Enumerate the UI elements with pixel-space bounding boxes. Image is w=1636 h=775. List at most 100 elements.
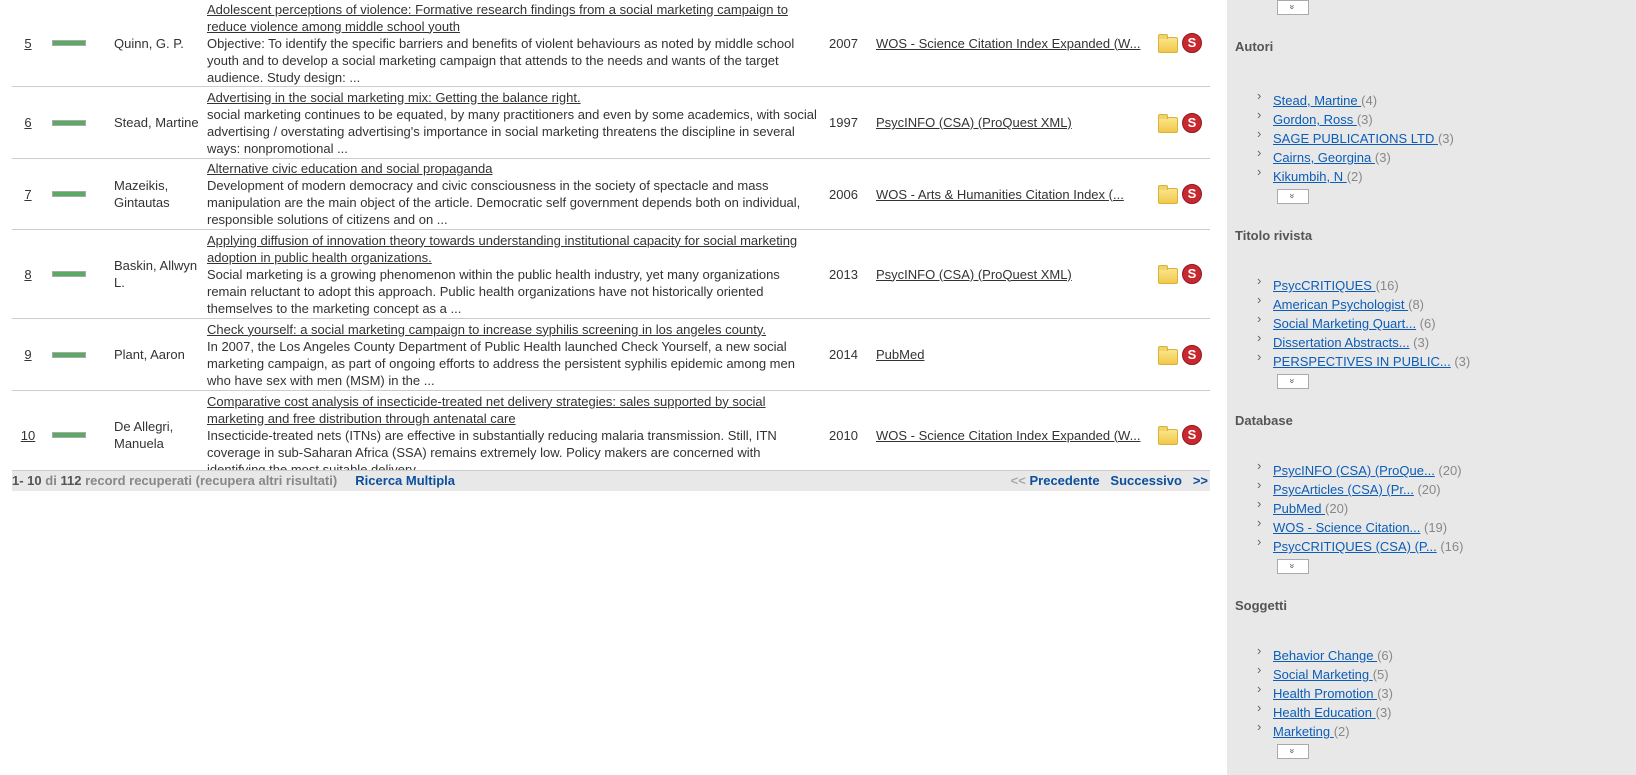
facet-link[interactable]: Health Promotion bbox=[1273, 686, 1377, 701]
facet-item: WOS - Science Citation... (19) bbox=[1257, 513, 1636, 537]
next-arrows-link[interactable]: >> bbox=[1193, 473, 1208, 488]
title-link[interactable]: Applying diffusion of innovation theory … bbox=[207, 233, 797, 265]
facet-count: (3) bbox=[1374, 150, 1391, 165]
facet-count: (16) bbox=[1436, 539, 1464, 554]
title-link[interactable]: Comparative cost analysis of insecticide… bbox=[207, 394, 766, 426]
relevance-bar bbox=[52, 271, 86, 277]
retrieve-more-link[interactable]: recupera altri risultati bbox=[200, 473, 333, 488]
facet-item: Gordon, Ross (3) bbox=[1257, 105, 1636, 129]
title-link[interactable]: Adolescent perceptions of violence: Form… bbox=[207, 2, 788, 34]
year: 2007 bbox=[829, 35, 858, 51]
facet-count: (3) bbox=[1356, 112, 1373, 127]
abstract: Development of modern democracy and civi… bbox=[207, 178, 801, 227]
facet-link[interactable]: SAGE PUBLICATIONS LTD bbox=[1273, 131, 1438, 146]
result-number-link[interactable]: 7 bbox=[12, 187, 44, 202]
facet-autori: AutoriStead, Martine (4)Gordon, Ross (3)… bbox=[1227, 15, 1636, 204]
filters-sidebar: » AutoriStead, Martine (4)Gordon, Ross (… bbox=[1227, 0, 1636, 775]
relevance-bar bbox=[52, 351, 86, 358]
facet-soggetti: SoggettiBehavior Change (6)Social Market… bbox=[1227, 574, 1636, 759]
facet-item: Kikumbih, N (2) bbox=[1257, 162, 1636, 186]
result-number-link[interactable]: 8 bbox=[12, 267, 44, 282]
sfx-link-icon[interactable]: S bbox=[1182, 344, 1202, 365]
facet-link[interactable]: Cairns, Georgina bbox=[1273, 150, 1375, 165]
facet-link[interactable]: WOS - Science Citation... bbox=[1273, 520, 1420, 535]
title-link[interactable]: Alternative civic education and social p… bbox=[207, 161, 492, 176]
database-link[interactable]: WOS - Science Citation Index Expanded (W… bbox=[876, 36, 1158, 51]
relevance-bar bbox=[52, 191, 86, 197]
sfx-link-icon[interactable]: S bbox=[1182, 112, 1202, 133]
year: 2014 bbox=[829, 347, 858, 362]
database-link[interactable]: PsycINFO (CSA) (ProQuest XML) bbox=[876, 267, 1158, 282]
facet-link[interactable]: Gordon, Ross bbox=[1273, 112, 1357, 127]
sfx-link-icon[interactable]: S bbox=[1182, 264, 1202, 284]
facet-link[interactable]: PubMed bbox=[1273, 501, 1325, 516]
result-number-link[interactable]: 6 bbox=[12, 115, 44, 130]
database-link[interactable]: PubMed bbox=[876, 347, 1158, 362]
facet-item: PERSPECTIVES IN PUBLIC... (3) bbox=[1257, 347, 1636, 371]
facet-link[interactable]: Social Marketing bbox=[1273, 667, 1373, 682]
relevance-bar bbox=[52, 432, 86, 438]
database-link[interactable]: WOS - Science Citation Index Expanded (W… bbox=[876, 428, 1158, 443]
facet-link[interactable]: PERSPECTIVES IN PUBLIC... bbox=[1273, 354, 1451, 369]
facet-item: Social Marketing (5) bbox=[1257, 660, 1636, 684]
title-link[interactable]: Advertising in the social marketing mix:… bbox=[207, 90, 581, 105]
facet-link[interactable]: PsycINFO (CSA) (ProQue... bbox=[1273, 463, 1435, 478]
expand-more-button[interactable]: » bbox=[1277, 374, 1309, 389]
double-chevron-down-icon: » bbox=[1287, 4, 1298, 10]
facet-link[interactable]: Stead, Martine bbox=[1273, 93, 1361, 108]
result-row: 10 De Allegri, Manuela Comparative cost … bbox=[12, 391, 1210, 480]
result-number-link[interactable]: 10 bbox=[12, 428, 44, 443]
sfx-link-icon[interactable]: S bbox=[1182, 425, 1202, 445]
facet-link[interactable]: Kikumbih, N bbox=[1273, 169, 1347, 184]
folder-icon[interactable] bbox=[1158, 426, 1178, 445]
results-footer: 1- 10 di 112 record recuperati (recupera… bbox=[12, 470, 1210, 491]
facet-link[interactable]: PsycCRITIQUES bbox=[1273, 278, 1376, 293]
facet-count: (3) bbox=[1409, 335, 1430, 350]
facet-link[interactable]: Dissertation Abstracts... bbox=[1273, 335, 1410, 350]
sfx-link-icon[interactable]: S bbox=[1182, 33, 1202, 53]
result-row: 6 Stead, Martine Advertising in the soci… bbox=[12, 87, 1210, 159]
folder-icon[interactable] bbox=[1158, 265, 1178, 284]
result-number-link[interactable]: 9 bbox=[12, 347, 44, 362]
facet-item: SAGE PUBLICATIONS LTD (3) bbox=[1257, 124, 1636, 148]
next-link[interactable]: Successivo bbox=[1110, 473, 1182, 488]
expand-more-button[interactable]: » bbox=[1277, 0, 1309, 15]
folder-icon[interactable] bbox=[1158, 185, 1178, 204]
expand-more-button[interactable]: » bbox=[1277, 189, 1309, 204]
folder-icon[interactable] bbox=[1158, 113, 1178, 133]
facet-count: (19) bbox=[1420, 520, 1448, 535]
facet-link[interactable]: Marketing bbox=[1273, 724, 1334, 739]
title-link[interactable]: Check yourself: a social marketing campa… bbox=[207, 322, 766, 337]
facet-count: (3) bbox=[1437, 131, 1454, 146]
folder-icon[interactable] bbox=[1158, 34, 1178, 53]
facet-title: Titolo rivista bbox=[1235, 228, 1313, 243]
folder-icon[interactable] bbox=[1158, 345, 1178, 365]
sfx-link-icon[interactable]: S bbox=[1182, 184, 1202, 204]
facet-count: (2) bbox=[1333, 724, 1350, 739]
prev-link[interactable]: Precedente bbox=[1029, 473, 1099, 488]
facet-link[interactable]: Behavior Change bbox=[1273, 648, 1377, 663]
abstract: Social marketing is a growing phenomenon… bbox=[207, 266, 780, 316]
facet-item: PubMed (20) bbox=[1257, 494, 1636, 518]
expand-more-button[interactable]: » bbox=[1277, 559, 1309, 574]
facet-link[interactable]: Social Marketing Quart... bbox=[1273, 316, 1416, 331]
result-number-link[interactable]: 5 bbox=[12, 36, 44, 51]
facet-item: PsycINFO (CSA) (ProQue... (20) bbox=[1257, 456, 1636, 480]
facet-link[interactable]: PsycCRITIQUES (CSA) (P... bbox=[1273, 539, 1437, 554]
database-link[interactable]: PsycINFO (CSA) (ProQuest XML) bbox=[876, 115, 1158, 130]
facet-count: (20) bbox=[1413, 482, 1441, 497]
multi-search-link[interactable]: Ricerca Multipla bbox=[355, 473, 455, 488]
prev-arrows: << bbox=[1010, 473, 1026, 488]
facet-link[interactable]: Health Education bbox=[1273, 705, 1376, 720]
facet-database: DatabasePsycINFO (CSA) (ProQue... (20)Ps… bbox=[1227, 389, 1636, 574]
relevance-bar bbox=[52, 40, 86, 46]
facet-count: (3) bbox=[1450, 354, 1471, 369]
expand-more-button[interactable]: » bbox=[1277, 744, 1309, 759]
author: Quinn, G. P. bbox=[114, 35, 184, 51]
facet-count: (8) bbox=[1408, 297, 1425, 312]
facet-link[interactable]: PsycArticles (CSA) (Pr... bbox=[1273, 482, 1414, 497]
database-link[interactable]: WOS - Arts & Humanities Citation Index (… bbox=[876, 187, 1158, 202]
facet-item: PsycCRITIQUES (16) bbox=[1257, 271, 1636, 295]
facet-link[interactable]: American Psychologist bbox=[1273, 297, 1408, 312]
author: De Allegri, Manuela bbox=[114, 419, 174, 451]
